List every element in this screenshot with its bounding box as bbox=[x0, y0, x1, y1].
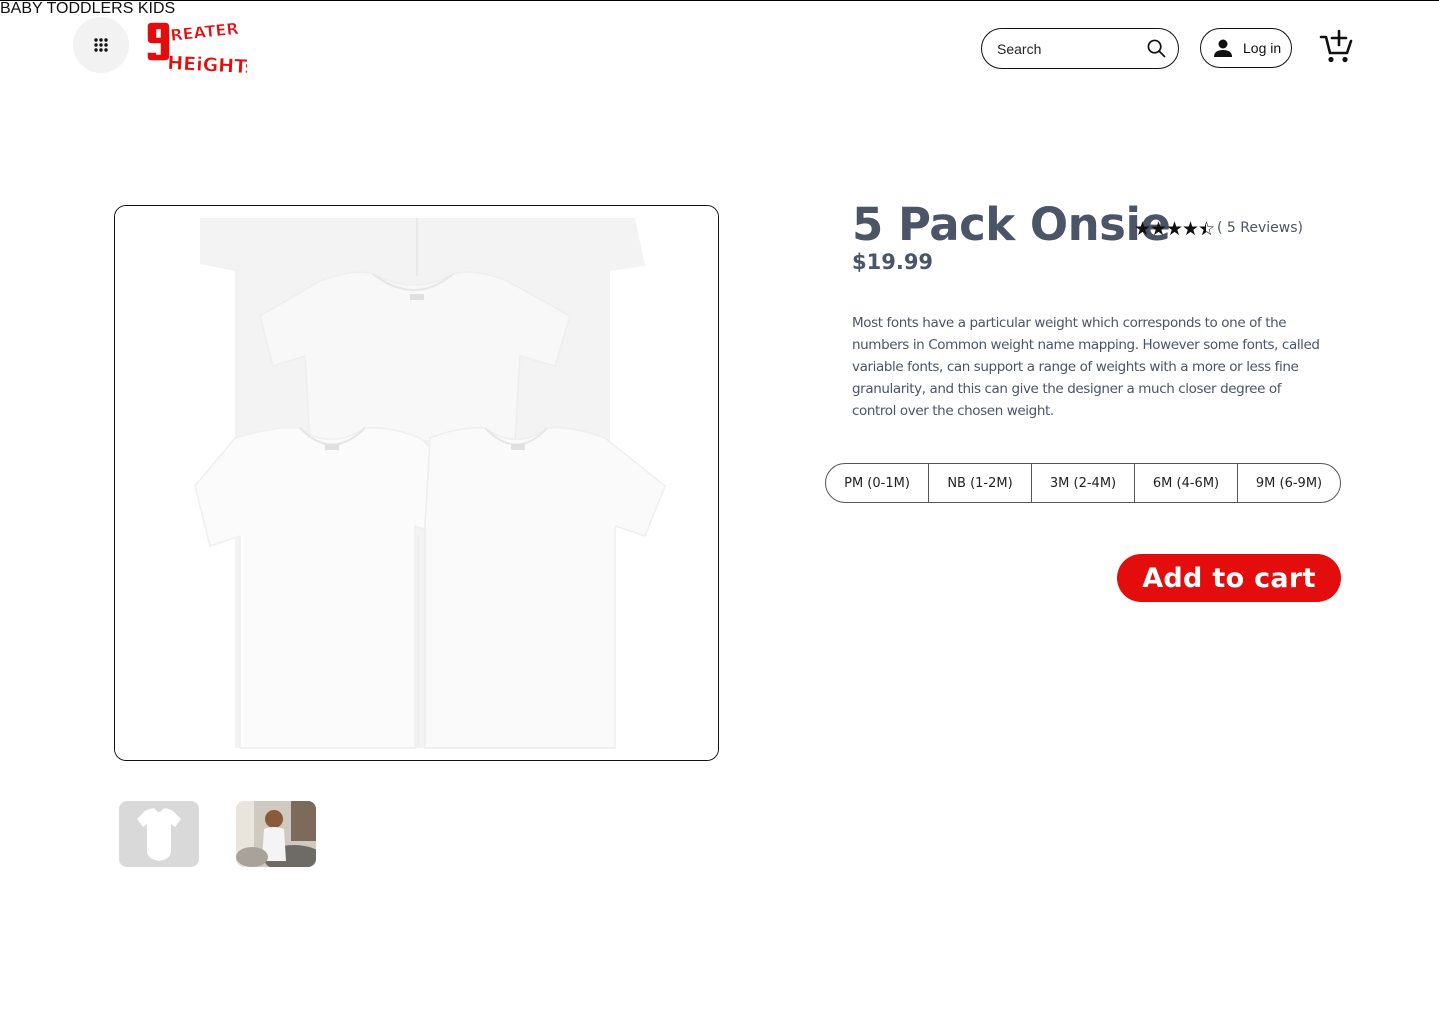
top-border bbox=[0, 0, 1439, 1]
login-label: Log in bbox=[1243, 40, 1282, 56]
product-title: 5 Pack Onsie bbox=[852, 198, 1171, 251]
brand-logo[interactable]: REATER HEiGHTs bbox=[143, 19, 257, 79]
menu-button[interactable] bbox=[73, 17, 129, 73]
size-option[interactable]: 6M (4-6M) bbox=[1135, 464, 1238, 502]
product-price: $19.99 bbox=[852, 250, 934, 274]
star-icon: ★ bbox=[1166, 219, 1184, 240]
half-star-icon: ☆ ★ bbox=[1198, 219, 1216, 240]
size-selector: PM (0-1M) NB (1-2M) 3M (2-4M) 6M (4-6M) … bbox=[825, 463, 1341, 503]
nav-baby[interactable]: BABY bbox=[0, 0, 42, 17]
nav-toddlers[interactable]: TODDLERS bbox=[47, 0, 134, 17]
thumbnail-onesie[interactable] bbox=[119, 801, 199, 867]
add-to-cart-button[interactable]: Add to cart bbox=[1117, 554, 1341, 602]
search-input[interactable] bbox=[997, 40, 1146, 57]
product-main-image[interactable] bbox=[114, 205, 719, 761]
svg-text:REATER: REATER bbox=[169, 20, 239, 45]
svg-text:HEiGHTs: HEiGHTs bbox=[167, 52, 247, 78]
search-box bbox=[981, 28, 1179, 69]
user-icon bbox=[1214, 39, 1232, 57]
star-icon: ★ bbox=[1134, 219, 1152, 240]
add-to-cart-icon[interactable] bbox=[1318, 28, 1356, 66]
nav-kids[interactable]: KIDS bbox=[138, 0, 175, 17]
thumbnail-baby-photo[interactable] bbox=[236, 801, 316, 867]
search-icon[interactable] bbox=[1146, 39, 1166, 59]
size-option[interactable]: 9M (6-9M) bbox=[1238, 464, 1340, 502]
size-option[interactable]: 3M (2-4M) bbox=[1032, 464, 1135, 502]
product-description: Most fonts have a particular weight whic… bbox=[852, 315, 1320, 419]
login-button[interactable]: Log in bbox=[1200, 28, 1292, 68]
reviews-link[interactable]: ( 5 Reviews) bbox=[1217, 220, 1303, 236]
size-option[interactable]: PM (0-1M) bbox=[826, 464, 929, 502]
size-option[interactable]: NB (1-2M) bbox=[929, 464, 1032, 502]
rating-stars: ★ ★ ★ ★ ☆ ★ bbox=[1134, 219, 1216, 240]
star-icon: ★ bbox=[1182, 219, 1200, 240]
grid-dots-icon bbox=[94, 38, 108, 52]
star-icon: ★ bbox=[1150, 219, 1168, 240]
main-nav: BABY TODDLERS KIDS bbox=[0, 0, 1439, 18]
